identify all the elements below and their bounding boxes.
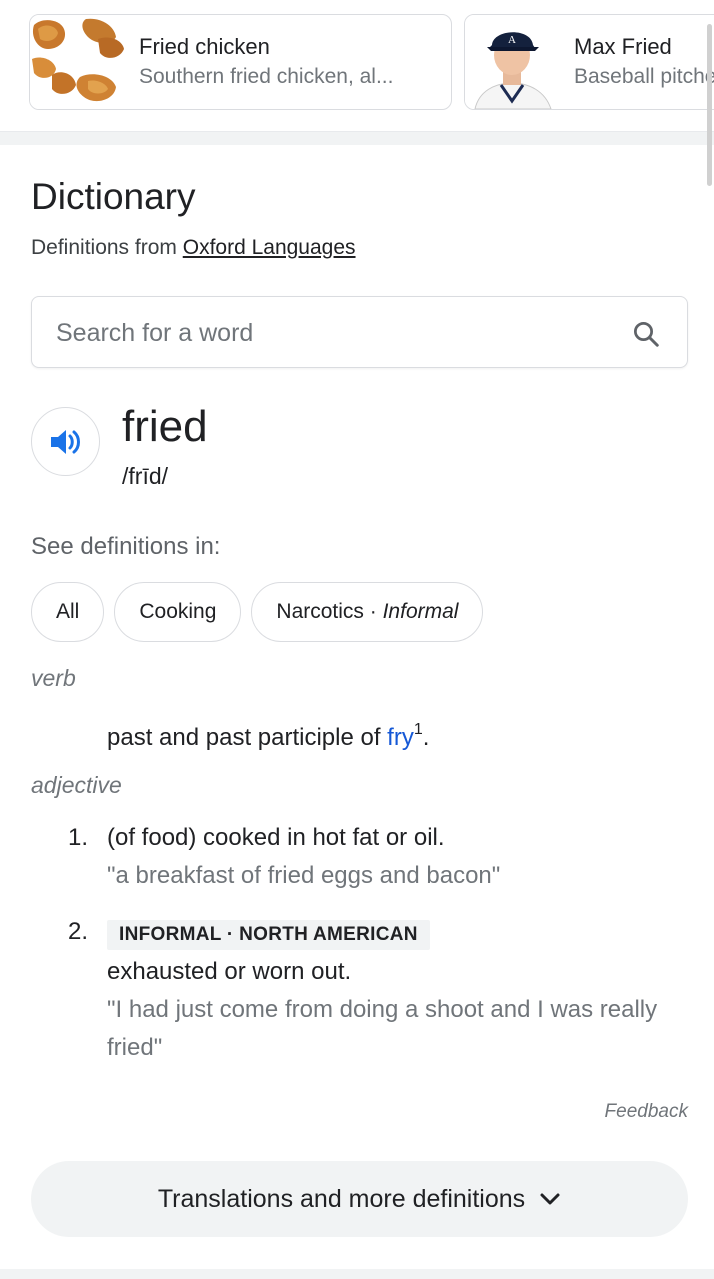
card-fried-chicken[interactable]: Fried chicken Southern fried chicken, al… <box>29 14 452 110</box>
see-definitions-label: See definitions in: <box>31 533 221 560</box>
card-title: Fried chicken <box>139 34 270 59</box>
oxford-languages-link[interactable]: Oxford Languages <box>183 236 356 259</box>
phonetic-spelling: /frīd/ <box>122 463 169 489</box>
page: Fried chicken Southern fried chicken, al… <box>0 0 714 1279</box>
chip-label: All <box>56 600 80 623</box>
max-fried-image: A <box>465 15 560 109</box>
source-prefix: Definitions from <box>31 236 177 259</box>
sense-definition: (of food) cooked in hot fat or oil. <box>107 824 445 851</box>
card-title: Max Fried <box>574 34 672 59</box>
section-divider <box>0 131 714 145</box>
chip-label: Cooking <box>139 600 217 623</box>
chip-cooking[interactable]: Cooking <box>114 582 242 642</box>
usage-label: INFORMAL · NORTH AMERICAN <box>107 920 430 950</box>
dictionary-source: Definitions from Oxford Languages <box>31 236 356 260</box>
sense-definition: exhausted or worn out. <box>107 958 352 985</box>
scrollbar[interactable] <box>707 24 712 186</box>
fry-link[interactable]: fry <box>387 724 414 751</box>
part-of-speech-verb: verb <box>31 665 76 691</box>
more-definitions-button[interactable]: Translations and more definitions <box>31 1161 688 1237</box>
sense-tag-row: INFORMAL · NORTH AMERICAN <box>107 913 687 953</box>
homograph-number: 1 <box>413 721 423 738</box>
related-carousel[interactable]: Fried chicken Southern fried chicken, al… <box>0 0 714 132</box>
card-text: Max Fried Baseball pitcher <box>560 32 714 92</box>
svg-text:A: A <box>508 34 516 46</box>
chip-all[interactable]: All <box>31 582 105 642</box>
definition-filter-chips: All Cooking Narcotics · Informal <box>31 582 484 642</box>
verb-definition-text: past and past participle of <box>107 724 388 751</box>
chip-label: Narcotics · <box>276 600 383 623</box>
speaker-icon <box>50 429 80 454</box>
card-subtitle: Southern fried chicken, al... <box>139 65 394 88</box>
card-max-fried[interactable]: A Max Fried Baseball pitcher <box>464 14 714 110</box>
pronunciation-button[interactable] <box>31 407 100 476</box>
sense-example: "I had just come from doing a shoot and … <box>107 996 658 1061</box>
verb-definition: past and past participle of fry1. <box>107 721 430 752</box>
more-definitions-label: Translations and more definitions <box>157 1184 526 1213</box>
verb-definition-suffix: . <box>422 724 430 751</box>
headword: fried <box>122 402 208 451</box>
bottom-divider <box>0 1269 714 1279</box>
chip-qualifier: Informal <box>382 600 459 623</box>
sense-2: INFORMAL · NORTH AMERICAN exhausted or w… <box>107 913 687 1067</box>
feedback-link[interactable]: Feedback <box>605 1101 688 1123</box>
word-search-box[interactable] <box>31 296 688 368</box>
sense-number: 2. <box>68 918 89 945</box>
search-icon[interactable] <box>631 319 661 349</box>
chevron-down-icon <box>540 1193 560 1205</box>
sense-example: "a breakfast of fried eggs and bacon" <box>107 862 501 889</box>
sense-number: 1. <box>68 824 89 851</box>
word-search-input[interactable] <box>56 315 616 351</box>
sense-1: (of food) cooked in hot fat or oil. "a b… <box>107 819 687 895</box>
card-subtitle: Baseball pitcher <box>574 65 714 88</box>
dictionary-heading: Dictionary <box>31 176 196 217</box>
card-text: Fried chicken Southern fried chicken, al… <box>125 32 393 92</box>
fried-chicken-image <box>30 15 125 109</box>
chip-narcotics[interactable]: Narcotics · Informal <box>251 582 484 642</box>
part-of-speech-adjective: adjective <box>31 772 122 798</box>
